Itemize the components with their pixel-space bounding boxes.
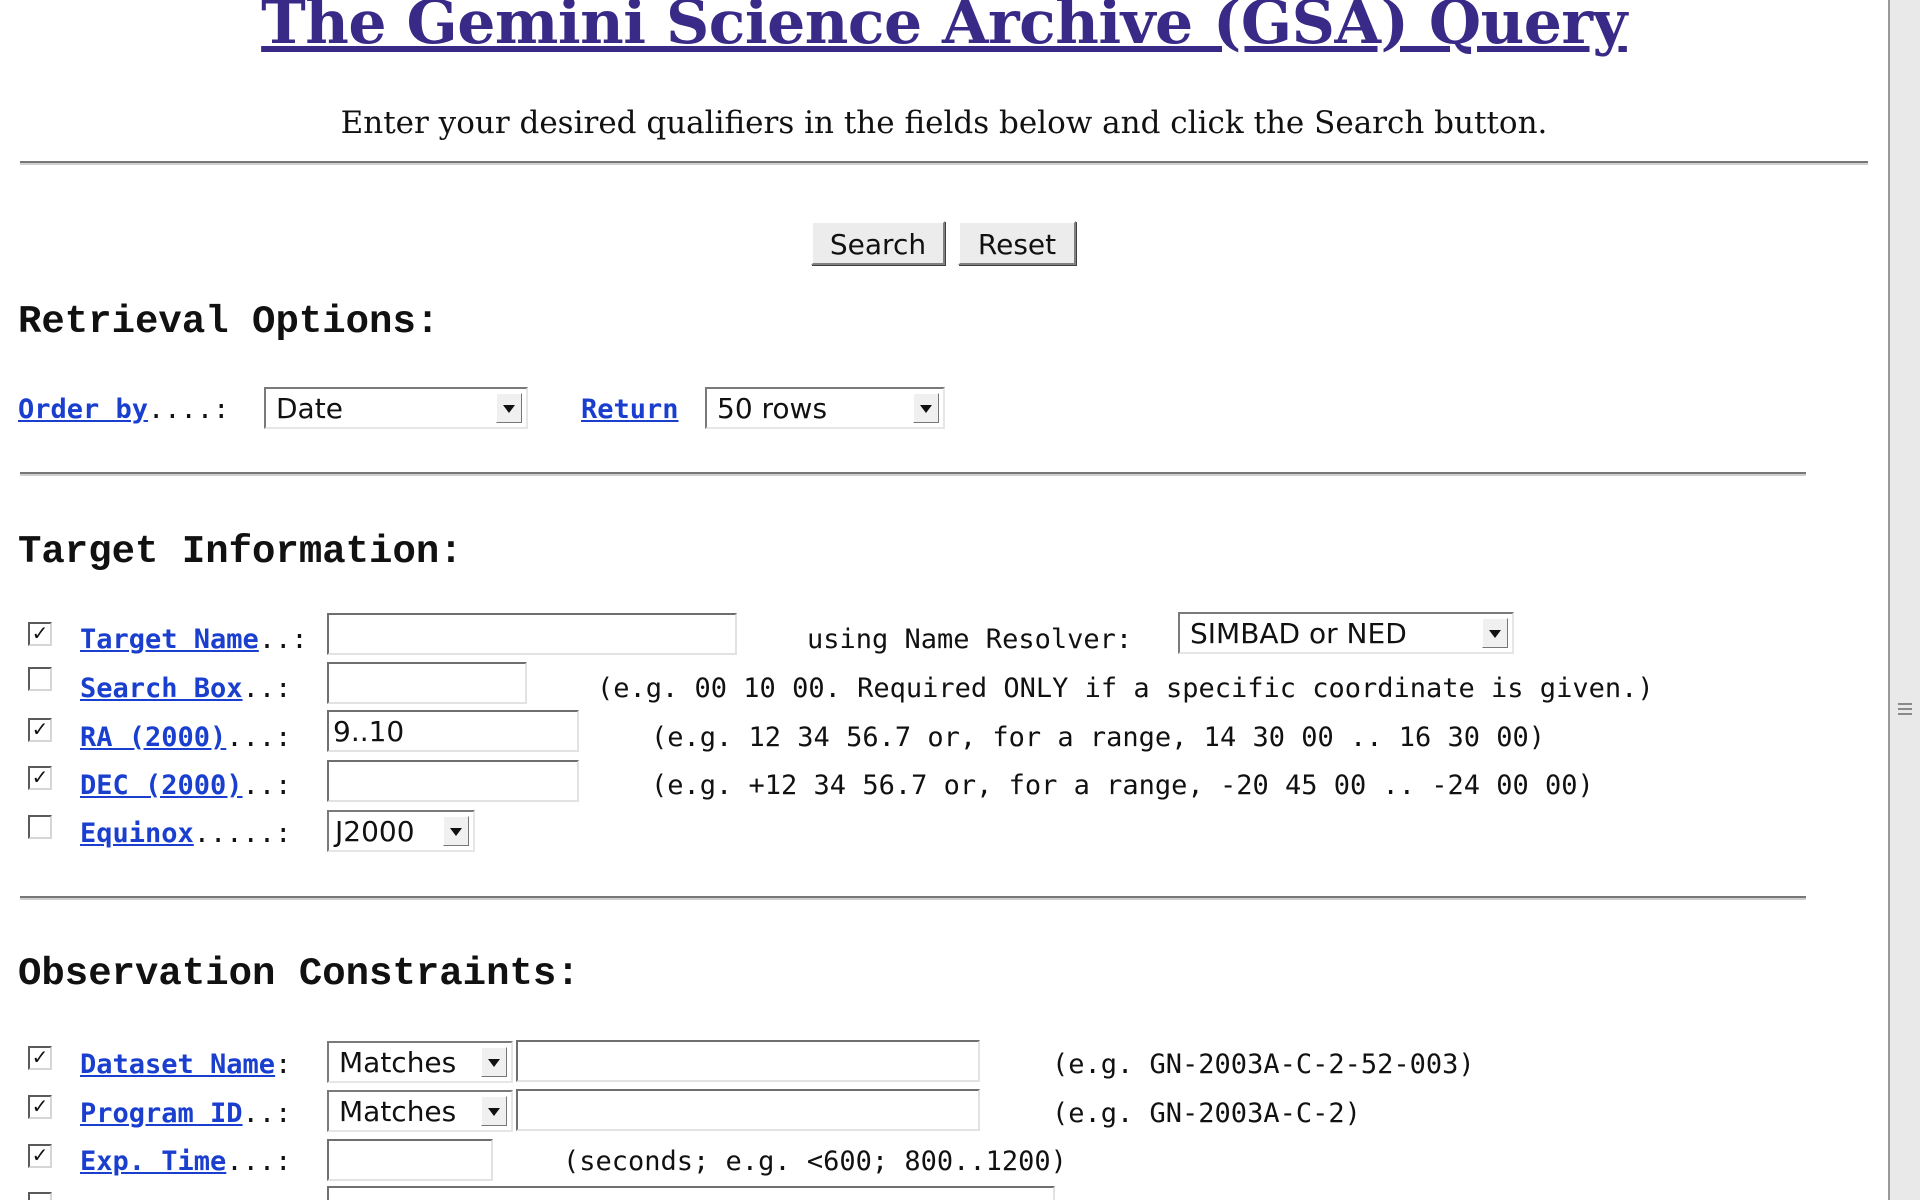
scroll-grip-icon[interactable] — [1898, 700, 1912, 720]
exp-time-checkbox[interactable]: ✓ — [28, 1144, 52, 1168]
program-id-input[interactable] — [516, 1089, 980, 1131]
dec-hint: (e.g. +12 34 56.7 or, for a range, -20 4… — [651, 770, 1594, 801]
return-value: 50 rows — [717, 392, 828, 425]
dataset-name-match-select[interactable]: Matches — [327, 1041, 513, 1083]
order-by-link[interactable]: Order by — [18, 394, 148, 425]
program-id-match-value: Matches — [339, 1095, 457, 1128]
return-link[interactable]: Return — [581, 394, 679, 425]
search-button[interactable]: Search — [811, 221, 945, 265]
equinox-checkbox[interactable] — [28, 815, 52, 839]
dataset-name-dots: : — [275, 1049, 292, 1080]
ra-hint: (e.g. 12 34 56.7 or, for a range, 14 30 … — [651, 722, 1546, 753]
order-by-select[interactable]: Date — [264, 387, 528, 429]
query-page: The Gemini Science Archive (GSA) Query E… — [0, 0, 1888, 1200]
chevron-down-icon — [496, 393, 522, 423]
target-name-input[interactable] — [327, 613, 737, 655]
search-box-dots: ..: — [242, 673, 292, 704]
dataset-name-row: Dataset Name: — [80, 1049, 291, 1080]
dataset-name-hint: (e.g. GN-2003A-C-2-52-003) — [1052, 1049, 1475, 1080]
dec-link[interactable]: DEC (2000) — [80, 770, 243, 801]
program-id-checkbox[interactable]: ✓ — [28, 1095, 52, 1119]
ra-input[interactable] — [327, 710, 579, 752]
exp-time-hint: (seconds; e.g. <600; 800..1200) — [563, 1146, 1067, 1177]
next-row-input[interactable] — [327, 1186, 1055, 1200]
ra-dots: ...: — [226, 722, 292, 753]
search-box-link[interactable]: Search Box — [80, 673, 243, 704]
chevron-down-icon — [1482, 618, 1508, 648]
target-name-link[interactable]: Target Name — [80, 624, 259, 655]
search-box-row: Search Box..: — [80, 673, 291, 704]
reset-button[interactable]: Reset — [958, 221, 1076, 265]
target-name-checkbox[interactable]: ✓ — [28, 622, 52, 646]
name-resolver-select[interactable]: SIMBAD or NED — [1178, 612, 1514, 654]
dec-row: DEC (2000)..: — [80, 770, 291, 801]
search-box-checkbox[interactable] — [28, 667, 52, 691]
dec-dots: ..: — [242, 770, 292, 801]
dataset-name-checkbox[interactable]: ✓ — [28, 1046, 52, 1070]
return-select[interactable]: 50 rows — [705, 387, 945, 429]
search-box-hint: (e.g. 00 10 00. Required ONLY if a speci… — [597, 673, 1654, 704]
equinox-dots: .....: — [193, 818, 292, 849]
ra-checkbox[interactable]: ✓ — [28, 718, 52, 742]
dataset-name-input[interactable] — [516, 1040, 980, 1082]
program-id-dots: ..: — [242, 1098, 292, 1129]
next-row-checkbox[interactable] — [28, 1192, 52, 1200]
page-subtitle: Enter your desired qualifiers in the fie… — [340, 105, 1548, 141]
chevron-down-icon — [913, 393, 939, 423]
return-row: Return — [581, 394, 679, 425]
program-id-link[interactable]: Program ID — [80, 1098, 243, 1129]
order-by-dots: ....: — [148, 394, 230, 425]
chevron-down-icon — [443, 816, 469, 846]
equinox-link[interactable]: Equinox — [80, 818, 194, 849]
dec-checkbox[interactable]: ✓ — [28, 766, 52, 790]
equinox-select[interactable]: J2000 — [327, 810, 475, 852]
name-resolver-label: using Name Resolver: — [807, 624, 1133, 655]
retrieval-options-heading: Retrieval Options: — [18, 300, 440, 344]
target-information-heading: Target Information: — [18, 530, 463, 574]
search-box-input[interactable] — [327, 662, 527, 704]
divider — [20, 161, 1868, 165]
vertical-scrollbar[interactable] — [1888, 0, 1920, 1200]
exp-time-dots: ...: — [226, 1146, 292, 1177]
target-name-row: Target Name..: — [80, 624, 308, 655]
exp-time-link[interactable]: Exp. Time — [80, 1146, 226, 1177]
divider — [20, 472, 1806, 476]
exp-time-input[interactable] — [327, 1139, 493, 1181]
program-id-match-select[interactable]: Matches — [327, 1090, 513, 1132]
chevron-down-icon — [481, 1047, 507, 1077]
equinox-value: J2000 — [335, 815, 415, 848]
ra-link[interactable]: RA (2000) — [80, 722, 226, 753]
order-by-row: Order by....: — [18, 394, 229, 425]
order-by-value: Date — [276, 392, 343, 425]
equinox-row: Equinox.....: — [80, 818, 291, 849]
dec-input[interactable] — [327, 760, 579, 802]
target-name-dots: ..: — [258, 624, 308, 655]
divider — [20, 896, 1806, 900]
observation-constraints-heading: Observation Constraints: — [18, 952, 580, 996]
page-title[interactable]: The Gemini Science Archive (GSA) Query — [0, 0, 1888, 58]
dataset-name-link[interactable]: Dataset Name — [80, 1049, 275, 1080]
chevron-down-icon — [481, 1096, 507, 1126]
program-id-row: Program ID..: — [80, 1098, 291, 1129]
name-resolver-value: SIMBAD or NED — [1190, 617, 1407, 650]
dataset-name-match-value: Matches — [339, 1046, 457, 1079]
program-id-hint: (e.g. GN-2003A-C-2) — [1052, 1098, 1361, 1129]
exp-time-row: Exp. Time...: — [80, 1146, 291, 1177]
ra-row: RA (2000)...: — [80, 722, 291, 753]
